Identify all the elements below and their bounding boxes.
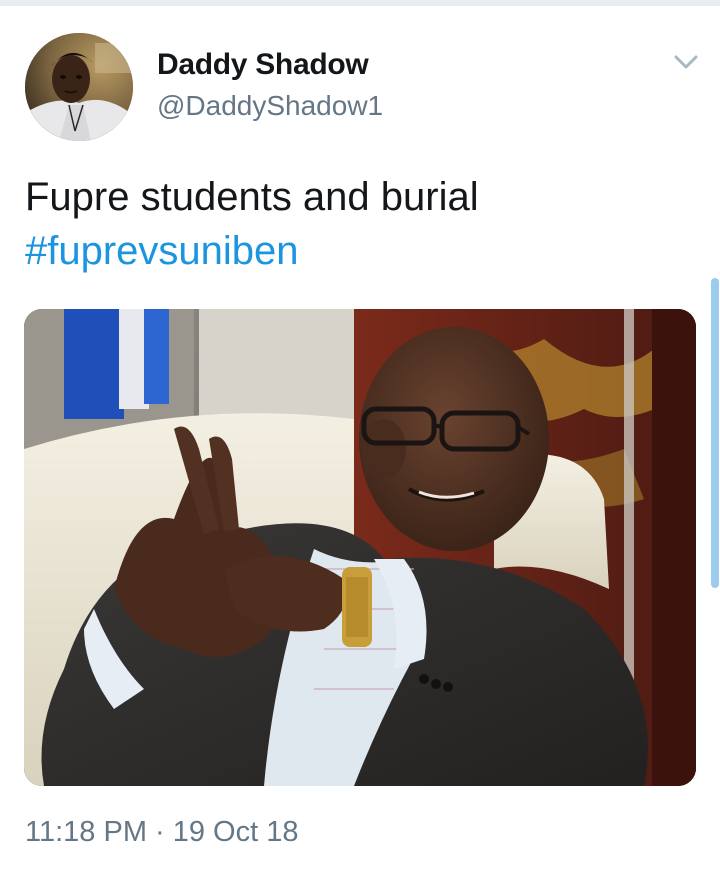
hashtag-link[interactable]: #fuprevsuniben	[25, 224, 685, 278]
avatar[interactable]	[25, 33, 133, 141]
user-handle[interactable]: @DaddyShadow1	[157, 90, 383, 122]
tweet-body: Fupre students and burial	[25, 175, 479, 219]
tweet-photo[interactable]	[24, 309, 696, 786]
tweet-text: Fupre students and burial #fuprevsuniben	[25, 170, 685, 278]
scrollbar-thumb[interactable]	[711, 278, 719, 588]
avatar-photo	[25, 33, 133, 141]
tweet-card[interactable]: Daddy Shadow @DaddyShadow1 Fupre student…	[0, 6, 720, 872]
chevron-down-icon[interactable]	[672, 50, 700, 74]
photo-image	[24, 309, 696, 786]
display-name[interactable]: Daddy Shadow	[157, 48, 369, 82]
tweet-timestamp[interactable]: 11:18 PM · 19 Oct 18	[25, 816, 299, 849]
